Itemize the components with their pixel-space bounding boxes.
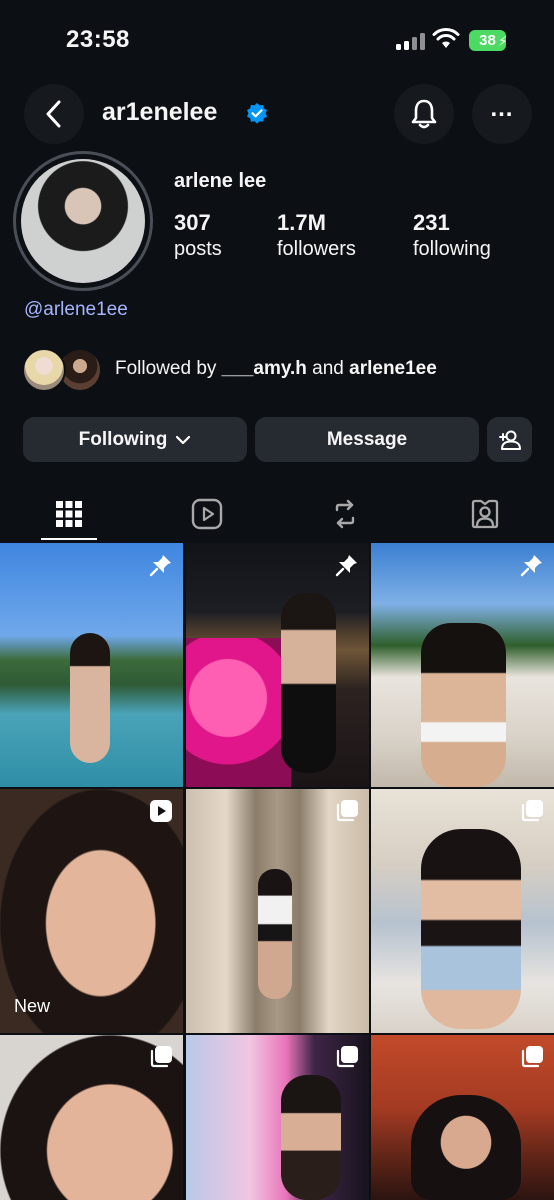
tab-tagged[interactable] bbox=[416, 486, 554, 542]
post-tile[interactable] bbox=[371, 1035, 554, 1200]
message-label: Message bbox=[326, 428, 408, 450]
photo-subject bbox=[421, 829, 521, 1029]
photo-subject bbox=[411, 1095, 521, 1200]
active-tab-indicator bbox=[41, 538, 97, 540]
profile-tabs bbox=[0, 486, 554, 542]
photo-subject bbox=[70, 633, 110, 763]
photo-flowers bbox=[186, 638, 291, 787]
stat-followers[interactable]: 1.7M followers bbox=[277, 210, 356, 261]
carousel-icon bbox=[521, 800, 543, 822]
add-person-icon bbox=[498, 430, 521, 450]
stat-following[interactable]: 231 following bbox=[413, 210, 491, 261]
followed-by-text: Followed by ___amy.h and arlene1ee bbox=[115, 358, 437, 380]
followed-by-prefix: Followed by bbox=[115, 358, 222, 379]
cellular-signal-icon bbox=[396, 32, 425, 50]
tab-reposts[interactable] bbox=[276, 486, 414, 542]
photo-subject bbox=[281, 593, 336, 773]
photo-subject bbox=[258, 869, 292, 999]
charging-icon: ⚡ bbox=[498, 33, 508, 49]
message-button[interactable]: Message bbox=[255, 417, 479, 462]
suggested-people-button[interactable] bbox=[487, 417, 532, 462]
pin-icon bbox=[149, 555, 171, 577]
verified-icon bbox=[247, 103, 267, 124]
pin-icon bbox=[335, 555, 357, 577]
follower-avatar bbox=[22, 348, 66, 392]
carousel-icon bbox=[150, 1046, 172, 1068]
followed-by-row[interactable]: Followed by ___amy.h and arlene1ee bbox=[22, 346, 542, 394]
post-tile[interactable] bbox=[371, 543, 554, 787]
status-time: 23:58 bbox=[66, 26, 130, 53]
carousel-icon bbox=[521, 1046, 543, 1068]
avatar-image bbox=[21, 159, 145, 283]
profile-handle: ar1enelee bbox=[102, 98, 218, 126]
notifications-button[interactable] bbox=[394, 84, 454, 144]
photo-subject bbox=[421, 623, 506, 787]
stat-posts[interactable]: 307 posts bbox=[174, 210, 222, 261]
post-tile[interactable] bbox=[186, 789, 369, 1033]
stat-following-count: 231 bbox=[413, 210, 450, 235]
new-label: New bbox=[14, 996, 51, 1016]
stat-posts-count: 307 bbox=[174, 210, 211, 235]
stat-followers-count: 1.7M bbox=[277, 210, 326, 235]
wifi-icon bbox=[432, 28, 460, 48]
status-bar: 23:58 38 ⚡ bbox=[0, 0, 554, 84]
bell-icon bbox=[411, 99, 437, 129]
followed-by-joiner: and bbox=[306, 358, 350, 379]
post-tile[interactable] bbox=[186, 543, 369, 787]
chevron-down-icon bbox=[176, 435, 191, 444]
back-button[interactable] bbox=[24, 84, 84, 144]
photo-subject bbox=[281, 1075, 341, 1200]
post-tile[interactable] bbox=[0, 1035, 183, 1200]
more-icon: … bbox=[489, 95, 515, 122]
stat-followers-label: followers bbox=[277, 238, 356, 260]
tab-posts-grid[interactable] bbox=[0, 486, 138, 542]
post-tile[interactable] bbox=[0, 543, 183, 787]
back-icon bbox=[46, 100, 61, 128]
post-tile[interactable] bbox=[186, 1035, 369, 1200]
post-tile[interactable] bbox=[371, 789, 554, 1033]
carousel-icon bbox=[336, 1046, 358, 1068]
profile-avatar[interactable] bbox=[13, 151, 153, 291]
stat-posts-label: posts bbox=[174, 238, 222, 260]
reels-icon bbox=[191, 498, 223, 530]
more-options-button[interactable]: … bbox=[472, 84, 532, 144]
followed-by-user: ___amy.h bbox=[221, 358, 307, 379]
post-tile[interactable]: New bbox=[0, 789, 183, 1033]
stat-following-label: following bbox=[413, 238, 491, 260]
profile-header: ar1enelee … bbox=[0, 84, 554, 148]
following-label: Following bbox=[78, 428, 168, 450]
following-button[interactable]: Following bbox=[23, 417, 247, 462]
grid-icon bbox=[56, 501, 82, 527]
carousel-icon bbox=[336, 800, 358, 822]
reel-icon bbox=[150, 800, 172, 822]
threads-username-link[interactable]: @arlene1ee bbox=[24, 299, 128, 321]
tab-reels[interactable] bbox=[138, 486, 276, 542]
followed-by-user: arlene1ee bbox=[349, 358, 437, 379]
tagged-icon bbox=[471, 499, 499, 529]
reposts-icon bbox=[335, 499, 355, 529]
display-name: arlene lee bbox=[174, 170, 267, 192]
pin-icon bbox=[520, 555, 542, 577]
